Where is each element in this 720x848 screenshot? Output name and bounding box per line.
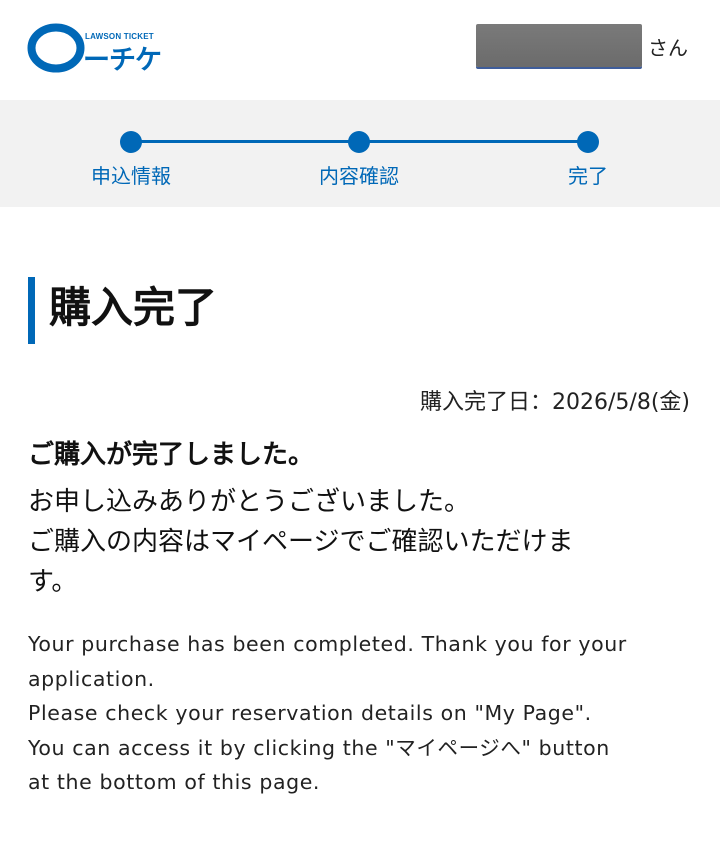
english-message-line: Please check your reservation details on… <box>28 701 592 725</box>
step-label-apply: 申込情報 <box>91 164 171 188</box>
purchase-date: 購入完了日：2026/5/8(金) <box>420 390 690 415</box>
step-label-confirm: 内容確認 <box>319 164 399 188</box>
english-message: Your purchase has been completed. Thank … <box>28 627 708 800</box>
english-message-line: Your purchase has been completed. Thank … <box>28 632 627 656</box>
japanese-message-line: お申し込みありがとうございました。 <box>28 487 471 517</box>
logo-o-mark <box>27 23 85 73</box>
step-dot-confirm <box>348 131 370 153</box>
english-message-line: at the bottom of this page. <box>28 770 321 794</box>
progress-steps: 申込情報 内容確認 完了 <box>0 100 720 207</box>
title-accent-bar <box>28 277 35 344</box>
logo-wordmark: ーチケ <box>83 45 162 76</box>
japanese-message: お申し込みありがとうございました。 ご購入の内容はマイページでご確認いただけま … <box>28 482 668 602</box>
page-title: 購入完了 <box>49 283 218 332</box>
step-dot-apply <box>120 131 142 153</box>
step-dot-complete <box>577 131 599 153</box>
japanese-message-line: ご購入の内容はマイページでご確認いただけま <box>28 527 574 557</box>
user-honorific: さん <box>648 36 688 60</box>
user-name-redacted <box>476 24 642 67</box>
step-label-complete: 完了 <box>568 164 608 188</box>
japanese-message-line: す。 <box>28 567 78 597</box>
site-header: LAWSON TICKET ーチケ さん <box>0 0 720 100</box>
completion-heading: ご購入が完了しました。 <box>28 440 315 470</box>
english-message-line: You can access it by clicking the "マイページ… <box>28 735 610 760</box>
l-tike-logo[interactable]: LAWSON TICKET ーチケ <box>27 22 162 76</box>
english-message-line: application. <box>28 666 155 691</box>
